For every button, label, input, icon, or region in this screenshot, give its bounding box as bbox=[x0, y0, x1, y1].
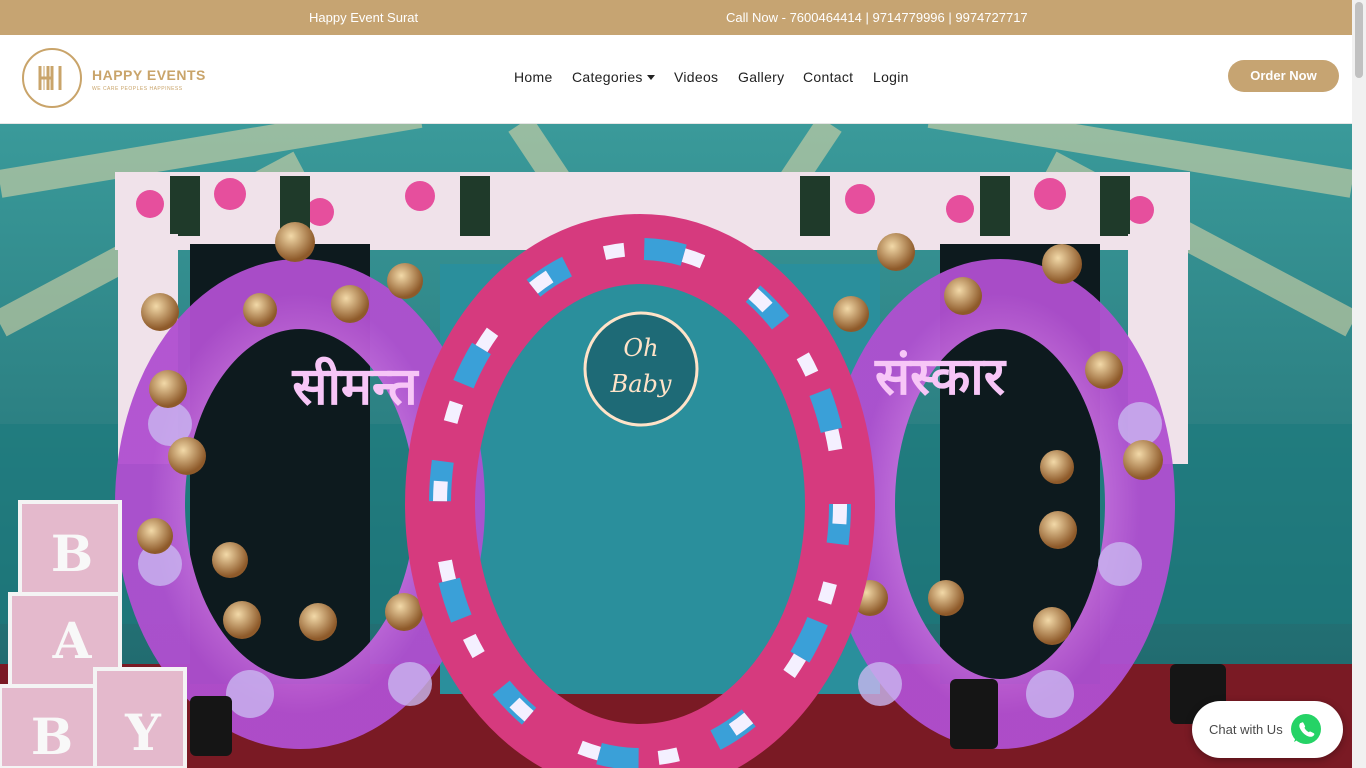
chat-label: Chat with Us bbox=[1209, 722, 1283, 737]
call-numbers[interactable]: Call Now - 7600464414 | 9714779996 | 997… bbox=[726, 10, 1028, 25]
header: HAPPY EVENTS WE CARE PEOPLES HAPPINESS H… bbox=[0, 35, 1352, 124]
neon-line-2: Baby bbox=[610, 370, 672, 398]
whatsapp-icon bbox=[1291, 714, 1321, 744]
block-letter-4: Y bbox=[124, 703, 162, 762]
nav-login[interactable]: Login bbox=[873, 69, 909, 85]
banner-left-text: सीमन्त bbox=[291, 356, 420, 417]
logo-monogram-icon bbox=[38, 66, 62, 90]
logo-name: HAPPY EVENTS bbox=[92, 67, 206, 83]
block-letter-1: B bbox=[51, 524, 93, 583]
block-letter-2: A bbox=[52, 611, 93, 670]
top-bar: Happy Event Surat Call Now - 7600464414 … bbox=[0, 0, 1352, 35]
order-now-button[interactable]: Order Now bbox=[1228, 60, 1339, 92]
caret-down-icon bbox=[646, 75, 655, 80]
nav-home[interactable]: Home bbox=[514, 69, 553, 85]
nav-gallery[interactable]: Gallery bbox=[738, 69, 784, 85]
page-scrollbar[interactable] bbox=[1352, 0, 1366, 768]
scrollbar-thumb[interactable] bbox=[1355, 2, 1363, 78]
nav-videos[interactable]: Videos bbox=[674, 69, 718, 85]
hero-image: Oh Baby सीमन्त संस्कार B A B Y bbox=[0, 124, 1352, 768]
hero-decoration-illustration: Oh Baby सीमन्त संस्कार B A B Y bbox=[0, 124, 1352, 768]
logo-tagline: WE CARE PEOPLES HAPPINESS bbox=[92, 86, 183, 92]
nav-categories[interactable]: Categories bbox=[572, 69, 655, 85]
neon-line-1: Oh bbox=[623, 334, 658, 362]
nav-contact[interactable]: Contact bbox=[803, 69, 853, 85]
company-name: Happy Event Surat bbox=[309, 10, 419, 25]
banner-right-text: संस्कार bbox=[874, 347, 1007, 407]
chat-widget[interactable]: Chat with Us bbox=[1192, 701, 1343, 758]
nav-categories-label: Categories bbox=[572, 69, 643, 85]
logo[interactable]: HAPPY EVENTS WE CARE PEOPLES HAPPINESS bbox=[20, 48, 220, 112]
block-letter-3: B bbox=[31, 707, 73, 766]
